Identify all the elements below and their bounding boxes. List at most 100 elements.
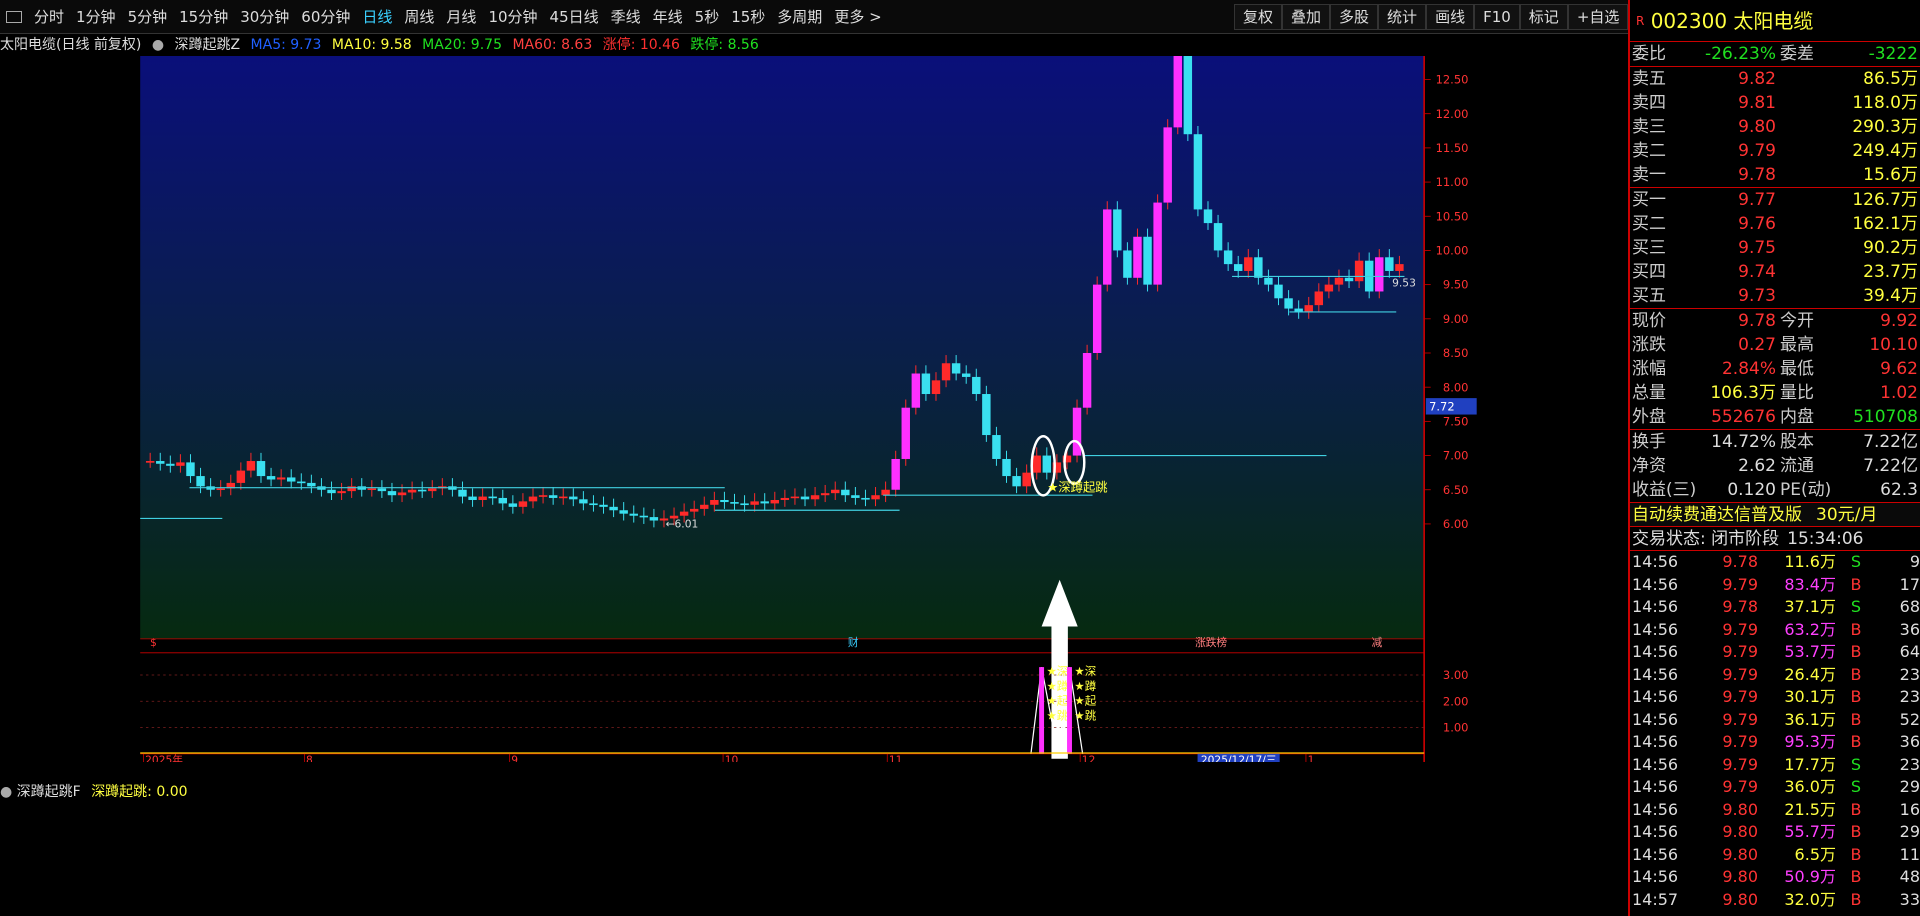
tick-price: 9.79 (1722, 619, 1758, 639)
book-price: 9.75 (1738, 238, 1776, 258)
period-tab[interactable]: 更多 > (828, 0, 887, 34)
ad-row[interactable]: 自动续费通达信普及版 30元/月 (1630, 502, 1920, 526)
low-price-label: ←6.01 (666, 517, 699, 530)
tick-row: 14:56 9.80 50.9万 B 48 (1630, 866, 1920, 889)
candle-body (1385, 257, 1394, 271)
indicator-name[interactable]: 深蹲起跳Z (175, 37, 241, 53)
candle-body (287, 477, 296, 482)
candle-body (1193, 134, 1203, 210)
period-tab[interactable]: 15分钟 (173, 0, 234, 34)
y-tick-label: 7.00 (1443, 449, 1469, 463)
candle-body (1183, 56, 1193, 135)
book-label: 买四 (1632, 262, 1666, 282)
book-volume: 162.1万 (1852, 214, 1918, 234)
tick-time: 14:56 (1632, 552, 1679, 571)
candle-body (236, 470, 246, 483)
tick-side: B (1850, 889, 1862, 909)
period-tab[interactable]: 1分钟 (70, 0, 122, 34)
tick-time: 14:56 (1632, 597, 1679, 616)
period-tab[interactable]: 60分钟 (295, 0, 356, 34)
candle-body (599, 504, 608, 507)
tick-volume: 21.5万 (1784, 799, 1836, 819)
stat-value: 510708 (1853, 407, 1918, 427)
candle-body (629, 513, 638, 516)
toolbar-button[interactable]: 复权 (1234, 4, 1283, 30)
last-price-label: 9.53 (1392, 277, 1416, 290)
tick-price: 9.79 (1722, 687, 1758, 706)
tick-volume: 36.1万 (1784, 709, 1836, 729)
toolbar-button[interactable]: F10 (1474, 4, 1520, 30)
tick-row: 14:56 9.79 95.3万 B 36 (1630, 731, 1920, 754)
tick-volume: 6.5万 (1794, 844, 1836, 864)
window-icon[interactable] (6, 10, 22, 23)
period-tab[interactable]: 45日线 (544, 0, 605, 34)
period-tab[interactable]: 周线 (398, 0, 440, 34)
stat-label: 量比 (1780, 383, 1814, 403)
signal-vertical-text: ★跳 (1047, 708, 1069, 722)
book-price: 9.73 (1738, 286, 1776, 306)
period-tab[interactable]: 月线 (440, 0, 482, 34)
candle-body (831, 489, 840, 494)
ad-text[interactable]: 自动续费通达信普及版 (1630, 503, 1802, 526)
kline-chart[interactable]: ←12.94 ←6.01 9.53 ★深蹲起跳 $ 财 涨跌榜 减 1 3.00 12.50 12.… (0, 56, 1566, 762)
y-tick-label: 10.50 (1436, 209, 1469, 223)
candle-body (347, 486, 356, 492)
period-tab[interactable]: 季线 (605, 0, 647, 34)
candle-body (1213, 223, 1223, 251)
tick-volume: 95.3万 (1784, 732, 1836, 751)
toolbar-button[interactable]: +自选 (1567, 4, 1629, 30)
period-tab[interactable]: 年线 (647, 0, 689, 34)
candle-body (1012, 476, 1021, 487)
stat-value: 9.62 (1880, 359, 1918, 379)
weibi-value: -26.23% (1705, 44, 1776, 64)
stat-value: 7.22亿 (1863, 432, 1918, 452)
stat-label: 换手 (1632, 432, 1666, 452)
toolbar-button[interactable]: 多股 (1330, 4, 1379, 30)
stat-row: 总量 106.3万 量比 1.02 (1630, 381, 1920, 405)
period-tab[interactable]: 5分钟 (122, 0, 174, 34)
candle-body (196, 476, 205, 487)
sub-dropdown-icon[interactable]: ● (0, 784, 12, 800)
toolbar-button[interactable]: 画线 (1426, 4, 1475, 30)
signal-vertical-text: ★蹲 (1047, 679, 1069, 693)
tick-volume: 50.9万 (1784, 867, 1836, 886)
sub-indicator-name[interactable]: 深蹲起跳F (17, 784, 81, 800)
candle-body (1092, 284, 1102, 354)
toolbar-button[interactable]: 叠加 (1282, 4, 1331, 30)
event-marker[interactable]: 财 (848, 636, 859, 649)
candle-body (730, 502, 739, 504)
period-tab[interactable]: 30分钟 (234, 0, 295, 34)
period-tab[interactable]: 多周期 (771, 0, 828, 34)
signal-vertical-text: ★深 (1074, 664, 1096, 678)
tick-time: 14:56 (1632, 799, 1679, 819)
candle-body (307, 482, 316, 487)
candle-body (931, 380, 941, 395)
period-tab[interactable]: 10分钟 (482, 0, 543, 34)
candle-body (1163, 127, 1172, 203)
event-marker[interactable]: 涨跌榜 (1195, 636, 1227, 649)
period-tab[interactable]: 分时 (28, 0, 70, 34)
toolbar-button[interactable]: 标记 (1519, 4, 1568, 30)
toolbar-button[interactable]: 统计 (1378, 4, 1427, 30)
tick-row: 14:56 9.79 83.4万 B 17 (1630, 574, 1920, 597)
period-tab[interactable]: 日线 (356, 0, 398, 34)
book-row: 卖四 9.81 118.0万 (1630, 91, 1920, 115)
ad-price[interactable]: 30元/月 (1816, 503, 1877, 526)
candle-body (1113, 209, 1122, 251)
dropdown-circle-icon[interactable]: ● (152, 37, 164, 53)
stat-label: 股本 (1780, 432, 1814, 452)
candle-body (548, 495, 558, 498)
tick-side: S (1850, 552, 1862, 571)
weicha-label: 委差 (1780, 44, 1814, 64)
book-label: 卖二 (1632, 141, 1666, 161)
tick-time: 14:56 (1632, 642, 1679, 661)
tick-time: 14:56 (1632, 844, 1679, 864)
tick-count: 29 (1899, 822, 1920, 841)
period-tab[interactable]: 5秒 (689, 0, 726, 34)
tick-list[interactable]: 14:56 9.78 11.6万 S 9 14:56 9.79 83.4万 B 17 14:56 9.… (1630, 550, 1920, 911)
period-tab[interactable]: 15秒 (725, 0, 771, 34)
x-tick-label: 10 (725, 754, 739, 762)
tick-price: 9.78 (1722, 552, 1758, 571)
event-marker[interactable]: 减 (1372, 636, 1383, 649)
event-marker[interactable]: $ (150, 636, 157, 649)
